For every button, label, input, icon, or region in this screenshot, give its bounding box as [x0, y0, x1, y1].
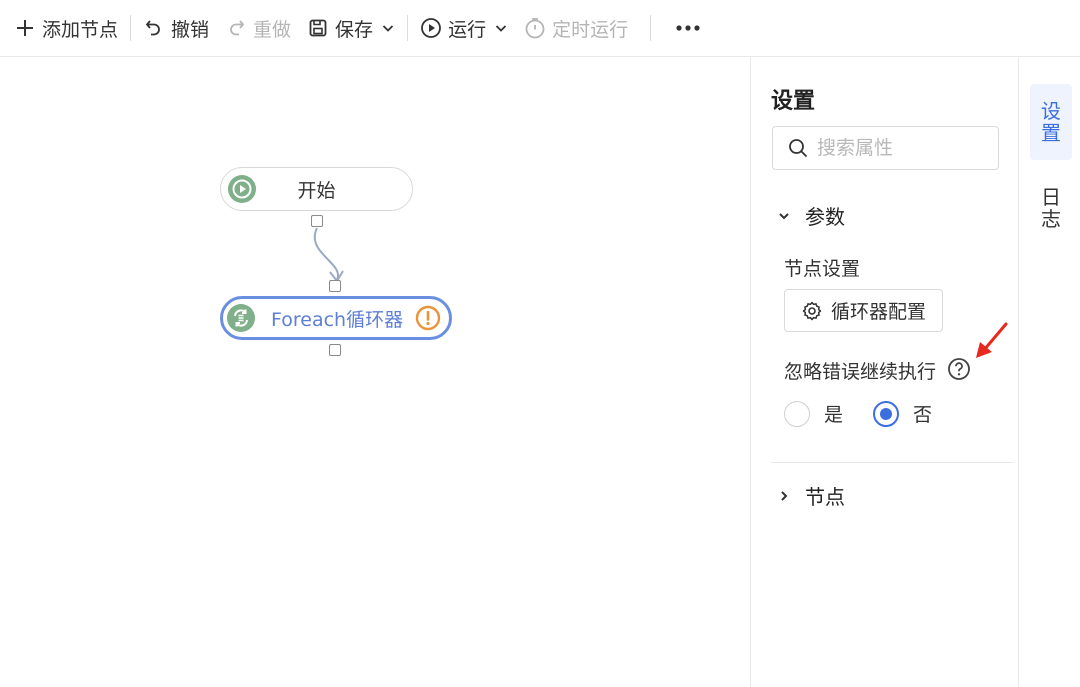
loop-config-label: 循环器配置 — [830, 301, 926, 323]
loop-node-input-port[interactable] — [329, 280, 341, 292]
plus-icon — [14, 17, 36, 39]
nodes-section-label: 节点 — [805, 485, 845, 509]
save-button[interactable]: 保存 — [299, 12, 403, 44]
start-node[interactable]: 开始 — [220, 167, 413, 211]
ignore-error-label: 忽略错误继续执行 — [784, 361, 937, 383]
chevron-right-icon — [781, 490, 788, 501]
side-tabs: 设 置 日 志 — [1018, 58, 1080, 687]
help-icon[interactable] — [947, 357, 971, 381]
gear-icon — [802, 301, 822, 320]
start-node-label: 开始 — [297, 179, 336, 202]
chevron-down-icon[interactable] — [494, 21, 508, 35]
loop-icon — [227, 304, 255, 332]
toolbar-divider — [650, 15, 652, 41]
scheduled-run-label: 定时运行 — [552, 18, 629, 41]
save-icon — [307, 17, 329, 39]
tab-logs-label-2: 志 — [1041, 207, 1061, 231]
redo-label: 重做 — [253, 18, 292, 41]
toolbar-divider — [130, 15, 132, 41]
add-node-button[interactable]: 添加节点 — [6, 12, 126, 44]
tab-logs[interactable]: 日 志 — [1030, 170, 1072, 246]
radio-yes-circle[interactable] — [784, 400, 810, 427]
flow-canvas[interactable]: 开始 Foreach循环器 — [0, 58, 750, 687]
params-section-header[interactable]: 参数 — [777, 201, 845, 230]
play-circle-icon — [420, 17, 442, 39]
tab-logs-label-1: 日 — [1041, 185, 1061, 209]
settings-panel: 设置 参数 节点设置 循环器配置 忽略错误继续执行 是 否 — [750, 58, 1018, 687]
foreach-loop-node[interactable]: Foreach循环器 — [220, 296, 452, 340]
run-label: 运行 — [448, 18, 487, 41]
start-node-output-port[interactable] — [311, 215, 323, 227]
connector-line — [313, 227, 344, 283]
run-button[interactable]: 运行 — [412, 12, 516, 44]
node-settings-label: 节点设置 — [784, 258, 861, 280]
panel-title: 设置 — [771, 89, 816, 114]
params-section-label: 参数 — [805, 205, 845, 229]
tab-settings-label-1: 设 — [1041, 99, 1061, 123]
radio-no-label: 否 — [913, 404, 933, 426]
ignore-error-radio-group: 是 否 — [784, 400, 962, 427]
scheduled-run-button[interactable]: 定时运行 — [516, 12, 636, 44]
toolbar: 添加节点 撤销 重做 保存 运行 定时运行 — [0, 0, 1080, 57]
radio-yes[interactable]: 是 — [784, 400, 843, 427]
chevron-down-icon[interactable] — [381, 21, 395, 35]
save-label: 保存 — [335, 18, 374, 41]
radio-no[interactable]: 否 — [873, 400, 932, 427]
property-search[interactable] — [772, 126, 999, 170]
loop-node-output-port[interactable] — [329, 344, 341, 356]
redo-icon — [225, 17, 247, 39]
tab-settings[interactable]: 设 置 — [1030, 84, 1072, 160]
radio-no-circle[interactable] — [873, 400, 900, 427]
undo-button[interactable]: 撤销 — [135, 12, 217, 44]
tab-settings-label-2: 置 — [1041, 121, 1061, 145]
section-divider — [771, 462, 1014, 463]
toolbar-divider — [407, 15, 409, 41]
warning-icon[interactable] — [415, 305, 441, 331]
timer-icon — [524, 17, 546, 39]
more-icon[interactable] — [673, 13, 703, 43]
chevron-down-icon — [779, 212, 789, 219]
undo-icon — [143, 17, 165, 39]
search-input[interactable] — [817, 137, 987, 159]
loop-node-label: Foreach循环器 — [271, 308, 404, 331]
add-node-label: 添加节点 — [42, 18, 119, 41]
annotation-arrow-icon — [976, 322, 1008, 358]
loop-config-button[interactable]: 循环器配置 — [784, 289, 943, 332]
radio-yes-label: 是 — [824, 404, 844, 426]
search-icon — [789, 139, 808, 158]
redo-button[interactable]: 重做 — [217, 12, 299, 44]
undo-label: 撤销 — [171, 18, 210, 41]
nodes-section-header[interactable]: 节点 — [777, 481, 845, 510]
